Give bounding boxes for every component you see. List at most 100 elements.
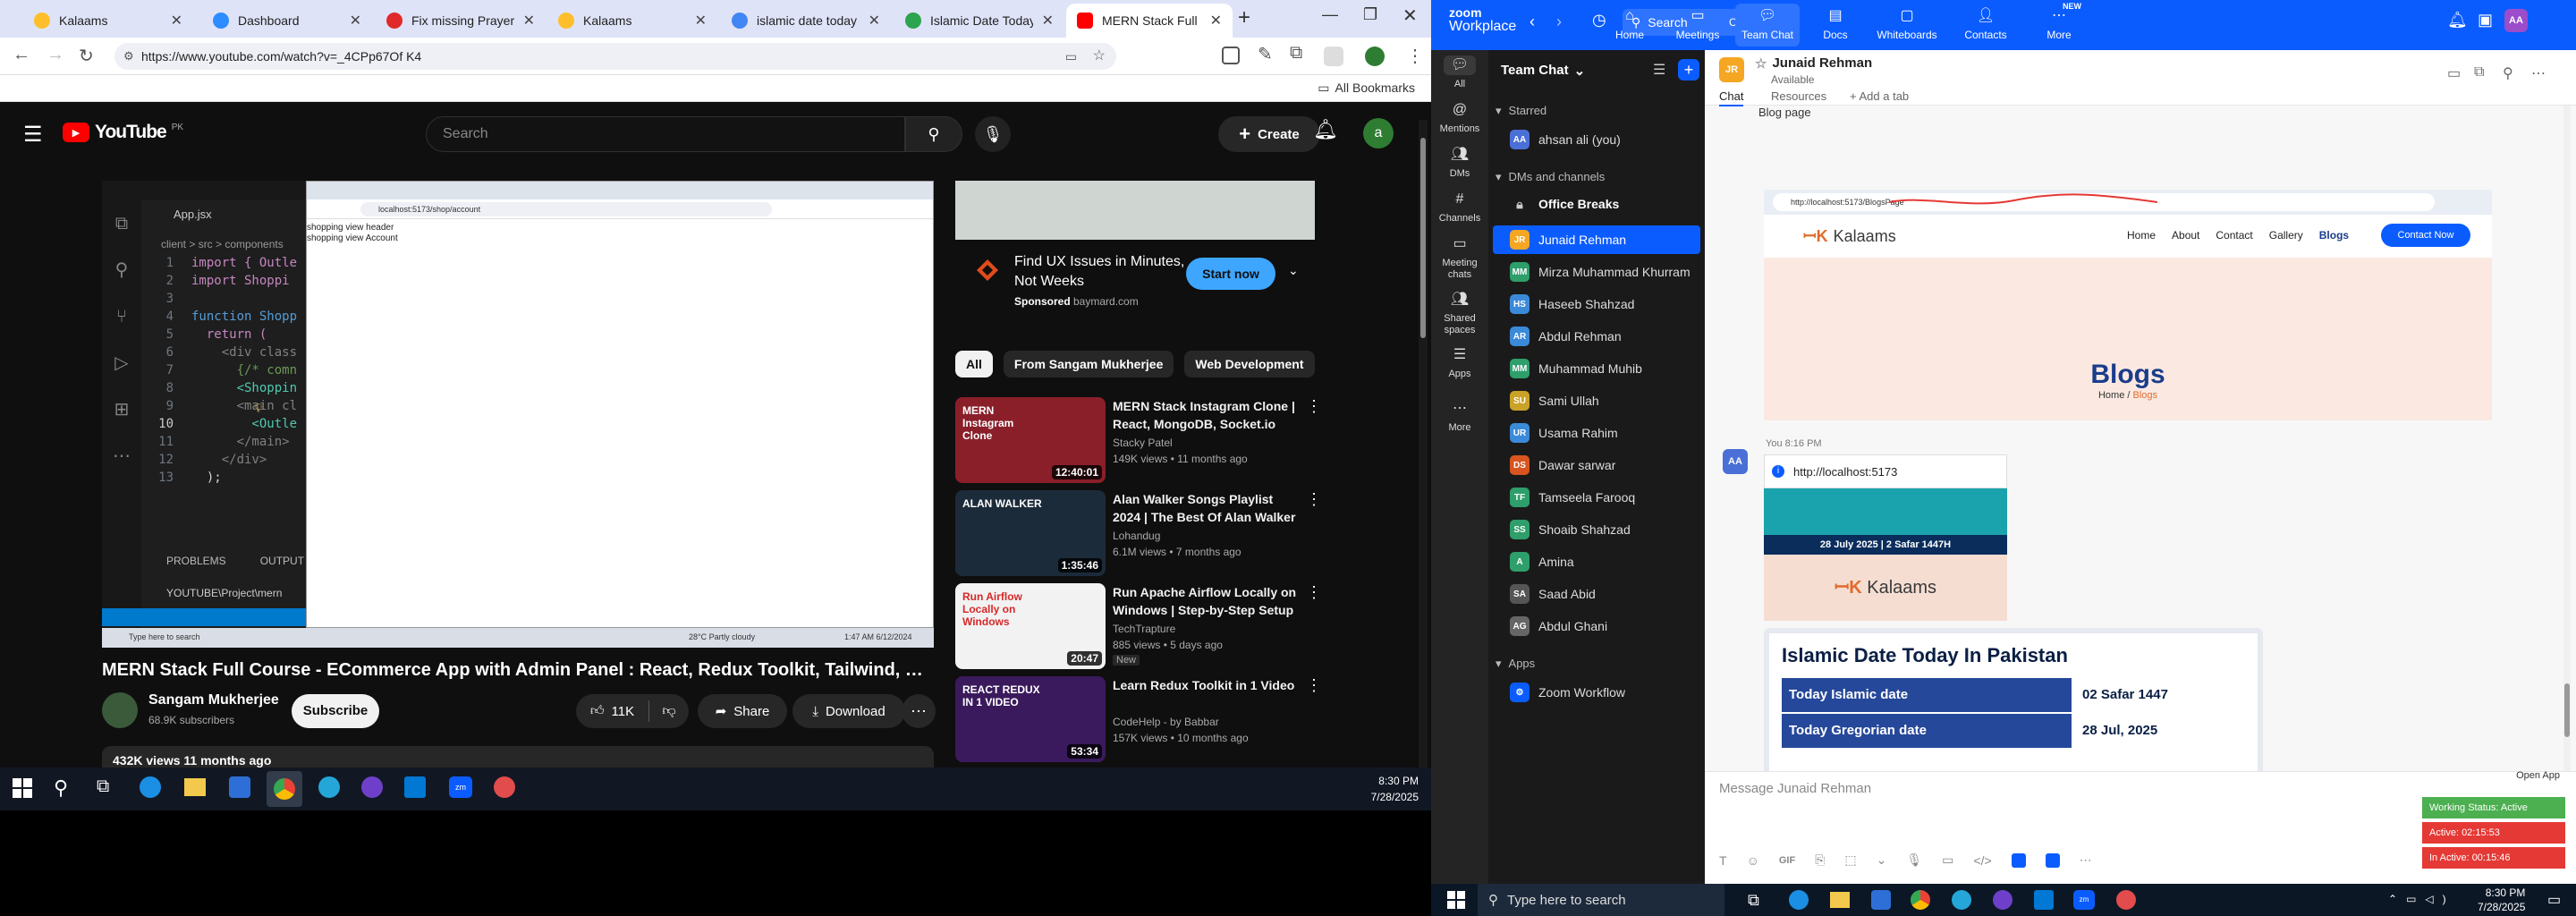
- task-view-icon[interactable]: ⧉: [1748, 891, 1759, 910]
- screenshot-icon[interactable]: ⬚: [1844, 852, 1856, 868]
- resources-tab[interactable]: Resources: [1771, 89, 1826, 103]
- video-thumbnail[interactable]: REACT REDUX IN 1 VIDEO 53:34: [955, 676, 1106, 762]
- browser-tab[interactable]: Kalaams ✕: [547, 4, 717, 38]
- add-tab[interactable]: + Add a tab: [1850, 89, 1909, 103]
- file-explorer-icon[interactable]: [1830, 892, 1850, 908]
- recommendation-item[interactable]: ALAN WALKER 1:35:46 Alan Walker Songs Play…: [955, 490, 1331, 578]
- like-button[interactable]: 👍︎ 11K: [576, 700, 649, 722]
- download-button[interactable]: ⤓ Download: [792, 694, 905, 728]
- site-info-icon[interactable]: ⚙: [123, 43, 134, 70]
- open-app-button[interactable]: Open App: [2422, 768, 2565, 783]
- notifications-bell-icon[interactable]: 🔔︎: [2447, 11, 2468, 30]
- video-thumbnail[interactable]: Run Airflow Locally on Windows 20:47: [955, 583, 1106, 669]
- chrome-icon[interactable]: [1911, 890, 1930, 910]
- chat-item-self[interactable]: AA ahsan ali (you): [1488, 125, 1705, 154]
- minimize-icon[interactable]: —: [1322, 5, 1338, 24]
- dropdown-icon[interactable]: ⌄: [1877, 852, 1887, 868]
- chevron-down-icon[interactable]: ⌄: [1288, 263, 1299, 278]
- shared-card-kalaams[interactable]: 28 July 2025 | 2 Safar 1447H ꟷK Kalaams: [1764, 488, 2007, 621]
- panel-tab[interactable]: OUTPUT: [260, 555, 304, 567]
- chat-avatar[interactable]: JR: [1719, 57, 1744, 82]
- kebab-menu-icon[interactable]: ⋮: [1306, 490, 1322, 509]
- extension-icon[interactable]: [1324, 47, 1343, 66]
- back-icon[interactable]: ←: [13, 45, 30, 65]
- forward-icon[interactable]: ›: [1556, 13, 1562, 31]
- chat-item-contact[interactable]: JR Junaid Rehman: [1493, 225, 1700, 254]
- vscode-icon[interactable]: [404, 776, 426, 798]
- close-tab-icon[interactable]: ✕: [695, 12, 707, 30]
- chat-scrollbar[interactable]: [2563, 106, 2571, 821]
- chat-item-contact[interactable]: AG Abdul Ghani: [1488, 612, 1705, 640]
- nav-whiteboards[interactable]: ▢ Whiteboards: [1875, 7, 1939, 41]
- scrollbar-thumb[interactable]: [1420, 138, 1426, 338]
- shared-card-islamic-date[interactable]: Islamic Date Today In Pakistan Today Isl…: [1764, 628, 2263, 780]
- rail-dms[interactable]: 👥︎ DMs: [1431, 145, 1488, 180]
- close-tab-icon[interactable]: ✕: [171, 12, 182, 30]
- store-icon[interactable]: [229, 776, 250, 798]
- volume-icon[interactable]: ): [2443, 893, 2446, 905]
- rail-apps[interactable]: ☰ Apps: [1431, 345, 1488, 380]
- sender-avatar[interactable]: AA: [1723, 449, 1748, 474]
- whiteboard-icon[interactable]: ▣: [2478, 11, 2493, 30]
- task-view-icon[interactable]: ⧉: [97, 776, 109, 797]
- video-player[interactable]: ⧉ ⚲ ⑂ ▷ ⊞ ⋯ App.jsx client > src > components…: [102, 181, 934, 648]
- close-tab-icon[interactable]: ✕: [350, 12, 361, 30]
- system-clock[interactable]: 8:30 PM 7/28/2025: [2478, 886, 2525, 914]
- new-chat-button[interactable]: +: [1678, 59, 1699, 81]
- recommendation-item[interactable]: REACT REDUX IN 1 VIDEO 53:34 Learn Redux T…: [955, 676, 1331, 764]
- video-thumbnail[interactable]: MERN Instagram Clone 12:40:01: [955, 397, 1106, 483]
- search-icon[interactable]: ⚲: [54, 776, 68, 800]
- edge-icon[interactable]: [1789, 890, 1809, 910]
- all-bookmarks[interactable]: ▭ All Bookmarks: [1318, 81, 1415, 96]
- notification-center-icon[interactable]: ▭: [2547, 891, 2561, 909]
- channel-name[interactable]: Sangam Mukherjee: [148, 692, 279, 708]
- chrome-taskbar-button[interactable]: [267, 771, 302, 807]
- youtube-logo[interactable]: ▶ YouTube PK: [63, 122, 183, 143]
- gif-icon[interactable]: GIF: [1779, 855, 1795, 866]
- chip-all[interactable]: All: [955, 351, 993, 377]
- hamburger-menu-icon[interactable]: ☰: [23, 122, 43, 148]
- chat-item-contact[interactable]: A Amina: [1488, 547, 1705, 576]
- vscode-icon[interactable]: [2034, 890, 2054, 910]
- app-icon[interactable]: [494, 776, 515, 798]
- browser-tab[interactable]: Kalaams ✕: [23, 4, 193, 38]
- filter-icon[interactable]: ☰: [1653, 61, 1665, 79]
- chat-item-contact[interactable]: SU Sami Ullah: [1488, 386, 1705, 415]
- network-icon[interactable]: ▭: [2406, 893, 2416, 905]
- share-button[interactable]: ➦ Share: [698, 694, 787, 728]
- code-icon[interactable]: </>: [1973, 853, 1991, 868]
- app-icon[interactable]: [1952, 890, 1971, 910]
- attachment-icon[interactable]: ⎘: [1815, 852, 1825, 868]
- windows-start-icon[interactable]: [13, 778, 32, 798]
- nav-contacts[interactable]: 👤︎ Contacts: [1953, 7, 2018, 41]
- chat-item-contact[interactable]: HS Haseeb Shahzad: [1488, 290, 1705, 318]
- chat-item-contact[interactable]: SA Saad Abid: [1488, 580, 1705, 608]
- search-icon[interactable]: ⚲: [2503, 64, 2513, 82]
- chat-item-contact[interactable]: AR Abdul Rehman: [1488, 322, 1705, 351]
- popout-icon[interactable]: ⧉: [2474, 64, 2484, 81]
- extension-icon[interactable]: [1222, 47, 1240, 64]
- close-tab-icon[interactable]: ✕: [1042, 12, 1054, 30]
- nav-meetings[interactable]: ▭ Meetings: [1665, 7, 1730, 41]
- zoom-icon[interactable]: zm: [449, 776, 472, 798]
- notifications-bell-icon[interactable]: 🔔︎: [1313, 118, 1338, 141]
- kebab-menu-icon[interactable]: ⋮: [1306, 583, 1322, 602]
- chat-item-contact[interactable]: DS Dawar sarwar: [1488, 451, 1705, 479]
- format-icon[interactable]: T: [1719, 853, 1727, 868]
- reload-icon[interactable]: ↻: [79, 45, 94, 67]
- nav-team-chat[interactable]: 💬︎ Team Chat: [1735, 4, 1800, 47]
- store-icon[interactable]: [1871, 890, 1891, 910]
- new-tab-icon[interactable]: +: [1238, 5, 1250, 30]
- rail-channels[interactable]: # Channels: [1431, 190, 1488, 225]
- close-tab-icon[interactable]: ✕: [523, 12, 535, 30]
- panel-tab[interactable]: PROBLEMS: [166, 555, 226, 567]
- dms-section-header[interactable]: ▾ DMs and channels: [1496, 170, 1605, 184]
- nav-docs[interactable]: ▤ Docs: [1803, 7, 1868, 41]
- voice-search-button[interactable]: 🎙: [975, 116, 1011, 152]
- taskbar-search[interactable]: ⚲ Type here to search: [1478, 884, 1724, 916]
- recommendation-item[interactable]: MERN Instagram Clone 12:40:01 MERN Stack I…: [955, 397, 1331, 485]
- browser-tab[interactable]: islamic date today ne ✕: [721, 4, 891, 38]
- video-message-icon[interactable]: ▭: [1942, 852, 1953, 868]
- channel-office-breaks[interactable]: 🔒︎ Office Breaks: [1488, 190, 1705, 218]
- address-bar[interactable]: ⚙ https://www.youtube.com/watch?v=_4CPp6…: [114, 43, 1116, 70]
